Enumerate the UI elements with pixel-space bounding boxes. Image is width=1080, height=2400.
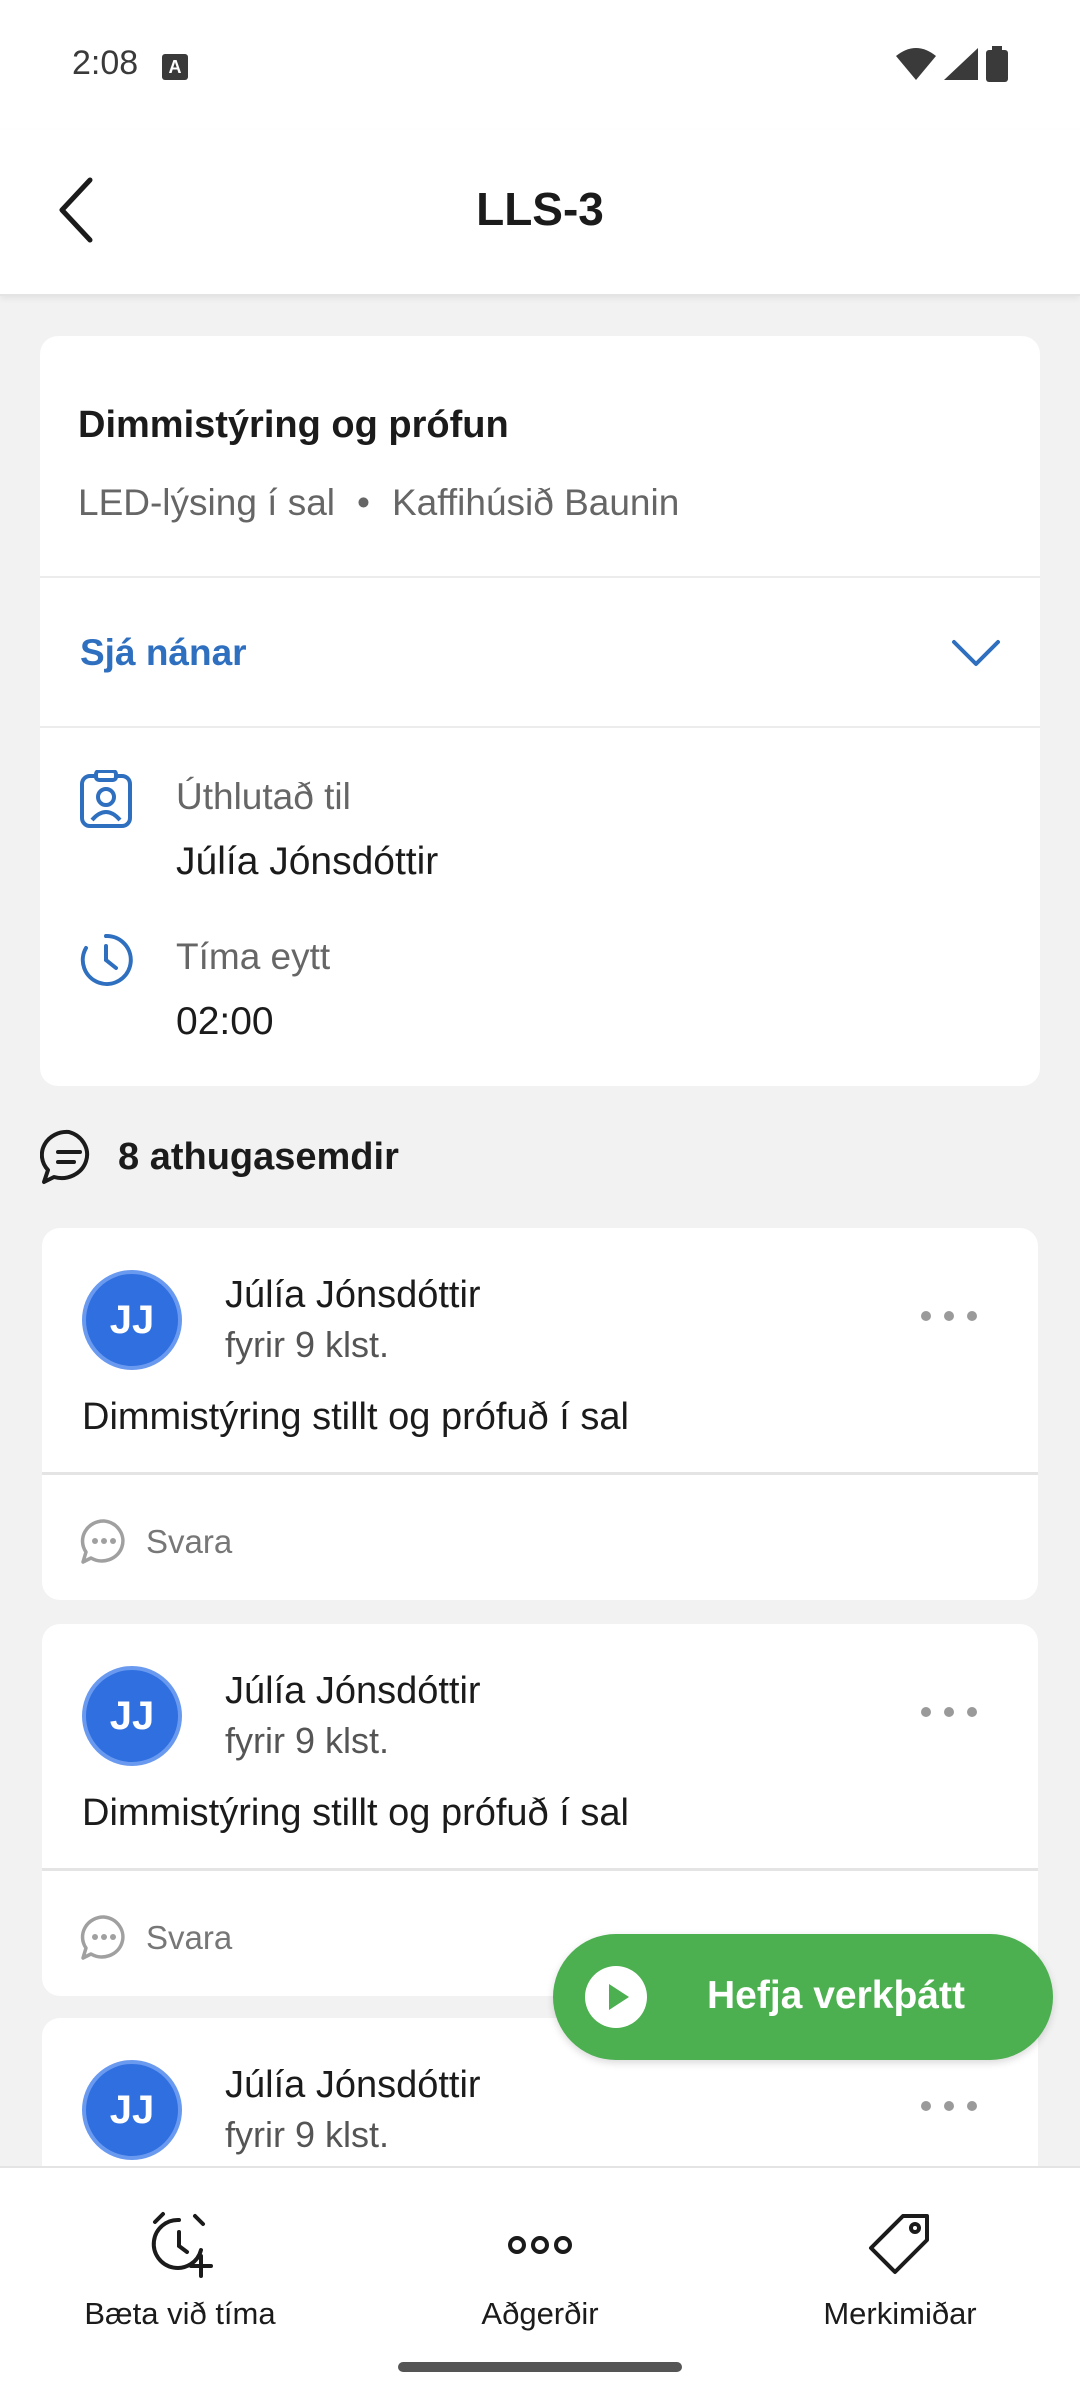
divider [40, 726, 1040, 728]
page-title: LLS-3 [476, 183, 604, 235]
comment-card: JJ Júlía Jónsdóttir fyrir 9 klst. Dimmis… [42, 1228, 1038, 1600]
start-task-button[interactable]: Hefja verkþátt [553, 1934, 1053, 2060]
avatar: JJ [82, 2060, 182, 2160]
nav-tags[interactable]: Merkimiðar [720, 2168, 1080, 2368]
add-alarm-icon [151, 2212, 213, 2278]
reply-button[interactable]: Svara [80, 1518, 232, 1566]
comment-author: Júlía Jónsdóttir [225, 1274, 481, 1316]
assignee-badge-icon [80, 770, 132, 828]
task-info-card: Dimmistýring og prófun LED-lýsing í sal … [40, 336, 1040, 1086]
comments-header: 8 athugasemdir [40, 1128, 399, 1186]
reply-label: Svara [146, 1919, 233, 1956]
signal-icon [944, 48, 978, 80]
notification-a-icon: A [162, 54, 188, 80]
time-spent-value: 02:00 [176, 1000, 274, 1043]
reply-label: Svara [146, 1523, 233, 1560]
reply-button[interactable]: Svara [80, 1914, 232, 1962]
clock-icon [80, 933, 133, 986]
comment-text: Dimmistýring stillt og prófuð í sal [82, 1792, 629, 1834]
assigned-label: Úthlutað til [176, 776, 351, 817]
comments-title: 8 athugasemdir [118, 1135, 399, 1178]
comment-author: Júlía Jónsdóttir [225, 1670, 481, 1712]
wifi-icon [896, 48, 936, 80]
battery-icon [986, 46, 1008, 82]
more-options-icon[interactable] [918, 1306, 980, 1326]
chat-bubble-icon [80, 1915, 125, 1960]
app-bar: LLS-3 [0, 130, 1080, 296]
comment-icon [40, 1129, 90, 1184]
see-more-toggle[interactable]: Sjá nánar [40, 578, 1040, 726]
comment-time: fyrir 9 klst. [225, 1324, 390, 1365]
comment-time: fyrir 9 klst. [225, 2114, 390, 2155]
tag-icon [869, 2214, 929, 2274]
comment-text: Dimmistýring stillt og prófuð í sal [82, 1396, 629, 1438]
nav-actions[interactable]: Aðgerðir [360, 2168, 720, 2368]
nav-label: Aðgerðir [481, 2296, 599, 2331]
more-options-icon[interactable] [918, 1702, 980, 1722]
status-time: 2:08 [72, 44, 139, 82]
task-client: Kaffihúsið Baunin [392, 482, 680, 523]
task-subtitle: LED-lýsing í sal • Kaffihúsið Baunin [78, 482, 679, 524]
status-bar: 2:08 A [0, 0, 1080, 130]
status-icons [896, 46, 1008, 82]
divider [42, 1472, 1038, 1475]
task-location: LED-lýsing í sal [78, 482, 336, 523]
nav-add-time[interactable]: Bæta við tíma [0, 2168, 360, 2368]
time-spent-label: Tíma eytt [176, 936, 331, 977]
more-horizontal-icon [508, 2236, 572, 2254]
more-options-icon[interactable] [918, 2096, 980, 2116]
see-more-label: Sjá nánar [80, 632, 247, 673]
comment-time: fyrir 9 klst. [225, 1720, 390, 1761]
divider [42, 1868, 1038, 1871]
nav-label: Bæta við tíma [84, 2296, 276, 2331]
assigned-value: Júlía Jónsdóttir [176, 840, 439, 883]
home-indicator[interactable] [398, 2362, 682, 2372]
chat-bubble-icon [80, 1519, 125, 1564]
task-title: Dimmistýring og prófun [78, 404, 509, 446]
chevron-down-icon [952, 640, 1000, 666]
avatar: JJ [82, 1666, 182, 1766]
subtitle-separator: • [357, 482, 370, 523]
avatar: JJ [82, 1270, 182, 1370]
nav-label: Merkimiðar [823, 2296, 977, 2331]
play-icon [585, 1966, 647, 2028]
comment-author: Júlía Jónsdóttir [225, 2064, 481, 2106]
start-task-label: Hefja verkþátt [707, 1974, 965, 2017]
